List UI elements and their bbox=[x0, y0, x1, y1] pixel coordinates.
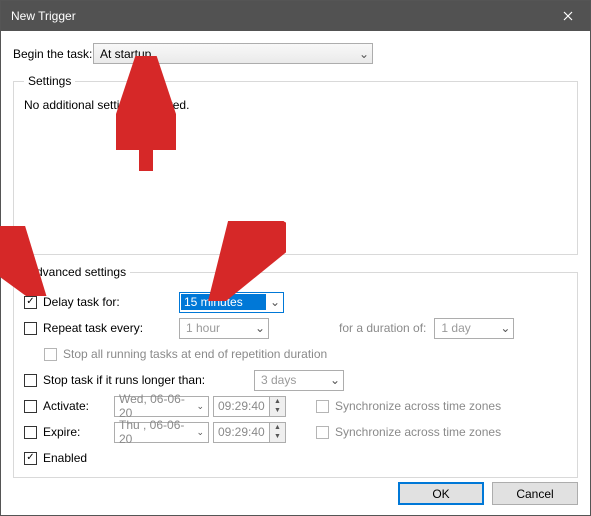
stop-repetition-label: Stop all running tasks at end of repetit… bbox=[63, 347, 327, 361]
stop-after-checkbox[interactable] bbox=[24, 374, 37, 387]
stop-after-row: Stop task if it runs longer than: 3 days… bbox=[24, 367, 567, 393]
settings-legend: Settings bbox=[24, 74, 75, 88]
expire-sync-checkbox bbox=[316, 426, 329, 439]
activate-time-input bbox=[214, 397, 269, 416]
advanced-fieldset: Advanced settings ✓ Delay task for: 15 m… bbox=[13, 265, 578, 478]
delay-value: 15 minutes bbox=[181, 294, 266, 310]
dialog-content: Begin the task: At startup ⌄ Settings No… bbox=[1, 31, 590, 498]
spin-down-icon: ▼ bbox=[270, 406, 285, 416]
expire-date: Thu , 06-06-20 ⌄ bbox=[114, 422, 209, 443]
close-button[interactable] bbox=[545, 1, 590, 31]
begin-row: Begin the task: At startup ⌄ bbox=[13, 43, 578, 64]
activate-sync-checkbox bbox=[316, 400, 329, 413]
delay-checkbox[interactable]: ✓ bbox=[24, 296, 37, 309]
repeat-label: Repeat task every: bbox=[43, 321, 143, 335]
chevron-down-icon: ⌄ bbox=[327, 373, 343, 387]
stop-after-value: 3 days bbox=[255, 373, 327, 387]
stop-after-label: Stop task if it runs longer than: bbox=[43, 373, 205, 387]
stop-repetition-row: Stop all running tasks at end of repetit… bbox=[24, 341, 567, 367]
begin-task-dropdown[interactable]: At startup ⌄ bbox=[93, 43, 373, 64]
activate-checkbox[interactable] bbox=[24, 400, 37, 413]
delay-label: Delay task for: bbox=[43, 295, 120, 309]
chevron-down-icon: ⌄ bbox=[497, 321, 513, 335]
delay-value-dropdown[interactable]: 15 minutes ⌄ bbox=[179, 292, 284, 313]
spin-up-icon: ▲ bbox=[270, 423, 285, 433]
settings-fieldset: Settings No additional settings required… bbox=[13, 74, 578, 255]
ok-label: OK bbox=[432, 487, 449, 501]
repeat-checkbox[interactable] bbox=[24, 322, 37, 335]
window-title: New Trigger bbox=[11, 9, 76, 23]
close-icon bbox=[563, 11, 573, 21]
chevron-down-icon: ⌄ bbox=[196, 401, 204, 412]
repeat-row: Repeat task every: 1 hour ⌄ for a durati… bbox=[24, 315, 567, 341]
activate-time-spinner: ▲▼ bbox=[213, 396, 286, 417]
chevron-down-icon: ⌄ bbox=[196, 427, 204, 438]
repeat-value-dropdown: 1 hour ⌄ bbox=[179, 318, 269, 339]
titlebar: New Trigger bbox=[1, 1, 590, 31]
stop-repetition-checkbox bbox=[44, 348, 57, 361]
chevron-down-icon: ⌄ bbox=[267, 295, 283, 309]
activate-sync-label: Synchronize across time zones bbox=[335, 399, 501, 413]
expire-date-value: Thu , 06-06-20 bbox=[119, 418, 196, 446]
cancel-label: Cancel bbox=[516, 487, 553, 501]
stop-after-dropdown: 3 days ⌄ bbox=[254, 370, 344, 391]
settings-body: No additional settings required. bbox=[24, 98, 567, 248]
advanced-legend: Advanced settings bbox=[24, 265, 130, 279]
cancel-button[interactable]: Cancel bbox=[492, 482, 578, 505]
spinner-buttons: ▲▼ bbox=[269, 423, 285, 442]
chevron-down-icon: ⌄ bbox=[252, 321, 268, 335]
activate-label: Activate: bbox=[43, 399, 89, 413]
activate-date-value: Wed, 06-06-20 bbox=[119, 392, 196, 420]
expire-time-input bbox=[214, 423, 269, 442]
activate-date: Wed, 06-06-20 ⌄ bbox=[114, 396, 209, 417]
expire-row: Expire: Thu , 06-06-20 ⌄ ▲▼ Synchronize … bbox=[24, 419, 567, 445]
enabled-label: Enabled bbox=[43, 451, 87, 465]
delay-row: ✓ Delay task for: 15 minutes ⌄ bbox=[24, 289, 567, 315]
ok-button[interactable]: OK bbox=[398, 482, 484, 505]
repeat-value: 1 hour bbox=[180, 321, 252, 335]
begin-label: Begin the task: bbox=[13, 47, 93, 61]
repeat-duration-value: 1 day bbox=[435, 321, 497, 335]
spinner-buttons: ▲▼ bbox=[269, 397, 285, 416]
spin-up-icon: ▲ bbox=[270, 397, 285, 407]
enabled-row: ✓ Enabled bbox=[24, 445, 567, 471]
expire-checkbox[interactable] bbox=[24, 426, 37, 439]
repeat-duration-label: for a duration of: bbox=[339, 321, 426, 335]
expire-time-spinner: ▲▼ bbox=[213, 422, 286, 443]
activate-row: Activate: Wed, 06-06-20 ⌄ ▲▼ Synchronize… bbox=[24, 393, 567, 419]
spin-down-icon: ▼ bbox=[270, 432, 285, 442]
expire-label: Expire: bbox=[43, 425, 80, 439]
button-bar: OK Cancel bbox=[1, 472, 590, 515]
begin-task-value: At startup bbox=[94, 47, 356, 61]
repeat-duration-dropdown: 1 day ⌄ bbox=[434, 318, 514, 339]
enabled-checkbox[interactable]: ✓ bbox=[24, 452, 37, 465]
settings-message: No additional settings required. bbox=[24, 98, 189, 112]
chevron-down-icon: ⌄ bbox=[356, 47, 372, 61]
expire-sync-label: Synchronize across time zones bbox=[335, 425, 501, 439]
